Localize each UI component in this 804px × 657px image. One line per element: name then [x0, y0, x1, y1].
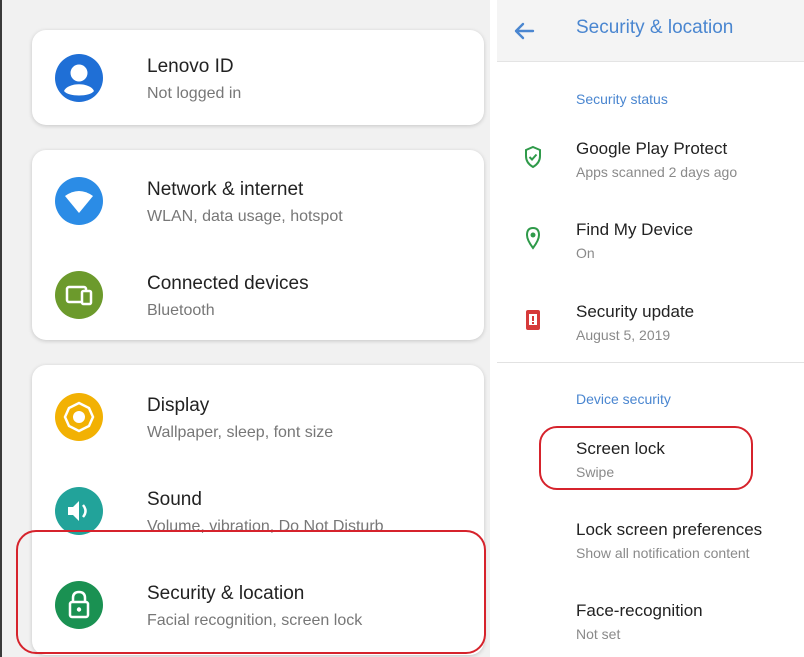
device-card: Display Wallpaper, sleep, font size Soun…: [32, 365, 484, 655]
section-header-security-status: Security status: [576, 91, 668, 107]
list-item-title: Screen lock: [576, 439, 665, 458]
list-item-subtitle: Not set: [576, 626, 621, 642]
list-item-lock-screen-preferences[interactable]: Lock screen preferences Show all notific…: [497, 520, 804, 586]
connectivity-card: Network & internet WLAN, data usage, hot…: [32, 150, 484, 340]
section-divider: [497, 362, 804, 363]
settings-item-connected-devices[interactable]: Connected devices Bluetooth: [32, 248, 484, 340]
list-item-screen-lock[interactable]: Screen lock Swipe: [497, 439, 804, 505]
list-item-title: Google Play Protect: [576, 139, 728, 158]
settings-item-title: Display: [147, 395, 210, 416]
account-icon: [54, 53, 104, 103]
settings-item-subtitle: Bluetooth: [147, 302, 215, 319]
phone-update-icon: [523, 308, 543, 332]
settings-item-title: Network & internet: [147, 179, 304, 200]
back-arrow-icon[interactable]: [511, 18, 537, 44]
app-bar: Security & location: [497, 0, 804, 62]
settings-item-display[interactable]: Display Wallpaper, sleep, font size: [32, 369, 484, 461]
location-pin-icon: [523, 226, 543, 250]
list-item-title: Security update: [576, 302, 695, 321]
settings-item-title: Security & location: [147, 583, 305, 604]
list-item-google-play-protect[interactable]: Google Play Protect Apps scanned 2 days …: [497, 139, 804, 205]
list-item-title: Lock screen preferences: [576, 520, 763, 539]
settings-item-title: Sound: [147, 489, 202, 510]
settings-item-subtitle: Facial recognition, screen lock: [147, 612, 363, 629]
list-item-find-my-device[interactable]: Find My Device On: [497, 220, 804, 286]
devices-icon: [54, 270, 104, 320]
account-card: Lenovo ID Not logged in: [32, 30, 484, 125]
volume-icon: [54, 486, 104, 536]
lock-icon: [54, 580, 104, 630]
settings-item-security-location[interactable]: Security & location Facial recognition, …: [32, 557, 484, 649]
security-location-screen: Security & location Security status Goog…: [497, 0, 804, 657]
page-title: Security & location: [576, 17, 734, 38]
list-item-subtitle: Swipe: [576, 464, 615, 480]
settings-item-title: Connected devices: [147, 273, 309, 294]
list-item-subtitle: August 5, 2019: [576, 327, 671, 343]
settings-item-lenovo-id[interactable]: Lenovo ID Not logged in: [32, 32, 484, 124]
settings-item-title: Lenovo ID: [147, 56, 234, 77]
list-item-subtitle: Show all notification content: [576, 545, 750, 561]
shield-check-icon: [523, 145, 543, 169]
settings-main-panel: Lenovo ID Not logged in Network & intern…: [0, 0, 490, 657]
settings-item-network-internet[interactable]: Network & internet WLAN, data usage, hot…: [32, 154, 484, 246]
settings-item-subtitle: Wallpaper, sleep, font size: [147, 424, 334, 441]
list-item-subtitle: On: [576, 245, 595, 261]
settings-item-subtitle: WLAN, data usage, hotspot: [147, 208, 343, 225]
list-item-face-recognition[interactable]: Face-recognition Not set: [497, 601, 804, 657]
list-item-title: Face-recognition: [576, 601, 703, 620]
list-item-subtitle: Apps scanned 2 days ago: [576, 164, 738, 180]
brightness-icon: [54, 392, 104, 442]
settings-item-sound[interactable]: Sound Volume, vibration, Do Not Disturb: [32, 463, 484, 555]
settings-item-subtitle: Volume, vibration, Do Not Disturb: [147, 518, 384, 535]
section-header-device-security: Device security: [576, 391, 671, 407]
list-item-security-update[interactable]: Security update August 5, 2019: [497, 302, 804, 368]
wifi-icon: [54, 176, 104, 226]
settings-item-subtitle: Not logged in: [147, 85, 242, 102]
list-item-title: Find My Device: [576, 220, 694, 239]
